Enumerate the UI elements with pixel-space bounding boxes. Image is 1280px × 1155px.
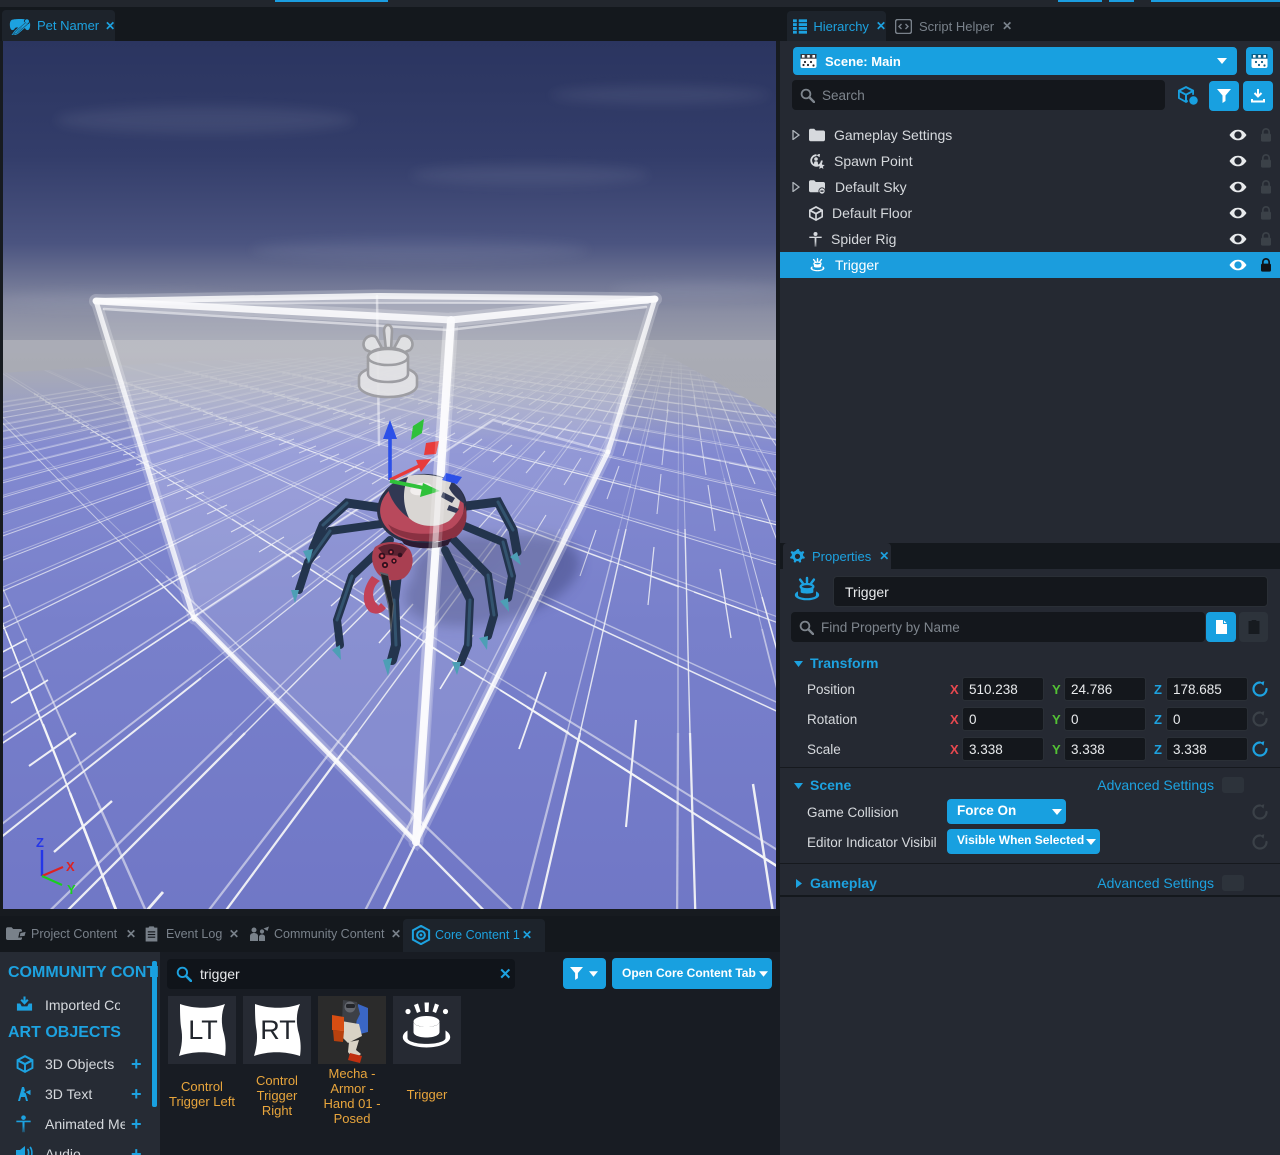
svg-text:Y: Y <box>67 882 76 897</box>
svg-text:LT: LT <box>188 1015 218 1045</box>
svg-text:Z: Z <box>36 835 44 850</box>
svg-text:X: X <box>66 859 75 874</box>
svg-text:RT: RT <box>260 1015 296 1045</box>
